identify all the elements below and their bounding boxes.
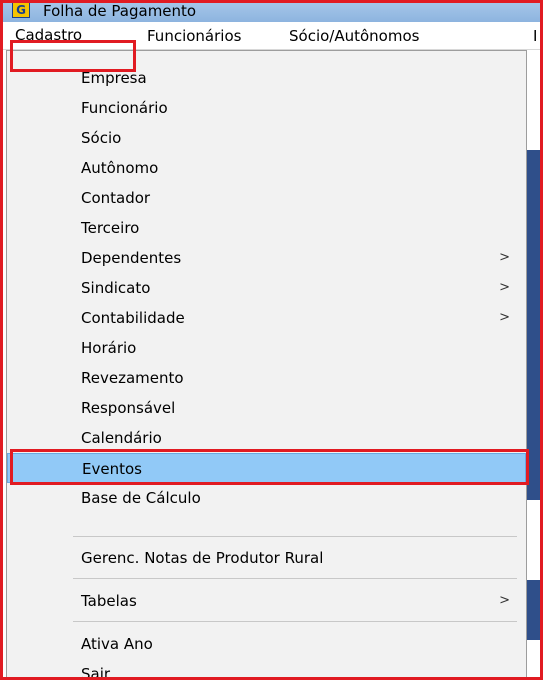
menu-item[interactable]: Base de Cálculo xyxy=(7,483,526,513)
menu-socio-autonomos[interactable]: Sócio/Autônomos xyxy=(289,27,419,45)
menu-item-label: Revezamento xyxy=(81,369,184,387)
menu-item-label: Funcionário xyxy=(81,99,168,117)
menu-item-label: Sair xyxy=(81,665,111,683)
menu-item[interactable]: Terceiro xyxy=(7,213,526,243)
menu-item-label: Autônomo xyxy=(81,159,159,177)
menu-separator xyxy=(73,536,517,537)
menu-item[interactable]: Contador xyxy=(7,183,526,213)
menu-item[interactable]: Gerenc. Notas de Produtor Rural xyxy=(7,543,526,573)
menu-item-label: Sindicato xyxy=(81,279,151,297)
menu-item-label: Terceiro xyxy=(81,219,140,237)
chevron-right-icon: > xyxy=(499,250,510,265)
cadastro-dropdown-menu: Empresa Funcionário Sócio Autônomo Contador T… xyxy=(6,50,527,683)
menu-item-label: Responsável xyxy=(81,399,176,417)
menu-funcionarios[interactable]: Funcionários xyxy=(147,27,241,45)
menu-item[interactable]: Sindicato > xyxy=(7,273,526,303)
menu-item-label: Eventos xyxy=(82,460,142,478)
title-bar: G Folha de Pagamento xyxy=(0,0,543,22)
menu-item[interactable]: Eventos xyxy=(7,453,526,483)
background-window-panel-lower xyxy=(527,580,543,640)
menu-item-label: Empresa xyxy=(81,69,147,87)
menu-item-label: Ativa Ano xyxy=(81,635,153,653)
menu-bar: Cadastro Funcionários Sócio/Autônomos I xyxy=(0,22,543,50)
menu-separator xyxy=(73,578,517,579)
menu-item-label: Tabelas xyxy=(81,592,137,610)
menu-item-label: Contabilidade xyxy=(81,309,185,327)
menu-item[interactable]: Ativa Ano xyxy=(7,629,526,659)
chevron-right-icon: > xyxy=(499,280,510,295)
menu-item[interactable]: Revezamento xyxy=(7,363,526,393)
menu-item-label: Calendário xyxy=(81,429,162,447)
menu-cadastro[interactable]: Cadastro xyxy=(15,22,82,48)
app-logo-icon: G xyxy=(12,2,30,18)
menu-item-label: Horário xyxy=(81,339,137,357)
menu-item[interactable]: Sócio xyxy=(7,123,526,153)
menu-item[interactable]: Calendário xyxy=(7,423,526,453)
background-window-panel xyxy=(527,150,543,500)
menu-item[interactable]: Contabilidade > xyxy=(7,303,526,333)
menu-item[interactable]: Horário xyxy=(7,333,526,363)
chevron-right-icon: > xyxy=(499,310,510,325)
menu-item[interactable]: Tabelas > xyxy=(7,586,526,616)
menu-item-label: Dependentes xyxy=(81,249,182,267)
menu-item[interactable]: Sair xyxy=(7,659,526,689)
menu-separator xyxy=(73,621,517,622)
menu-item[interactable]: Funcionário xyxy=(7,93,526,123)
menu-item-label: Gerenc. Notas de Produtor Rural xyxy=(81,549,324,567)
menu-item-label: Sócio xyxy=(81,129,122,147)
menu-item[interactable]: Dependentes > xyxy=(7,243,526,273)
menu-item-label: Contador xyxy=(81,189,151,207)
menu-item[interactable]: Autônomo xyxy=(7,153,526,183)
menu-item[interactable]: Empresa xyxy=(7,63,526,93)
menu-item[interactable]: Responsável xyxy=(7,393,526,423)
menu-next-item[interactable]: I xyxy=(533,27,537,45)
chevron-right-icon: > xyxy=(499,593,510,608)
window-title: Folha de Pagamento xyxy=(43,2,197,20)
menu-item-label: Base de Cálculo xyxy=(81,489,201,507)
